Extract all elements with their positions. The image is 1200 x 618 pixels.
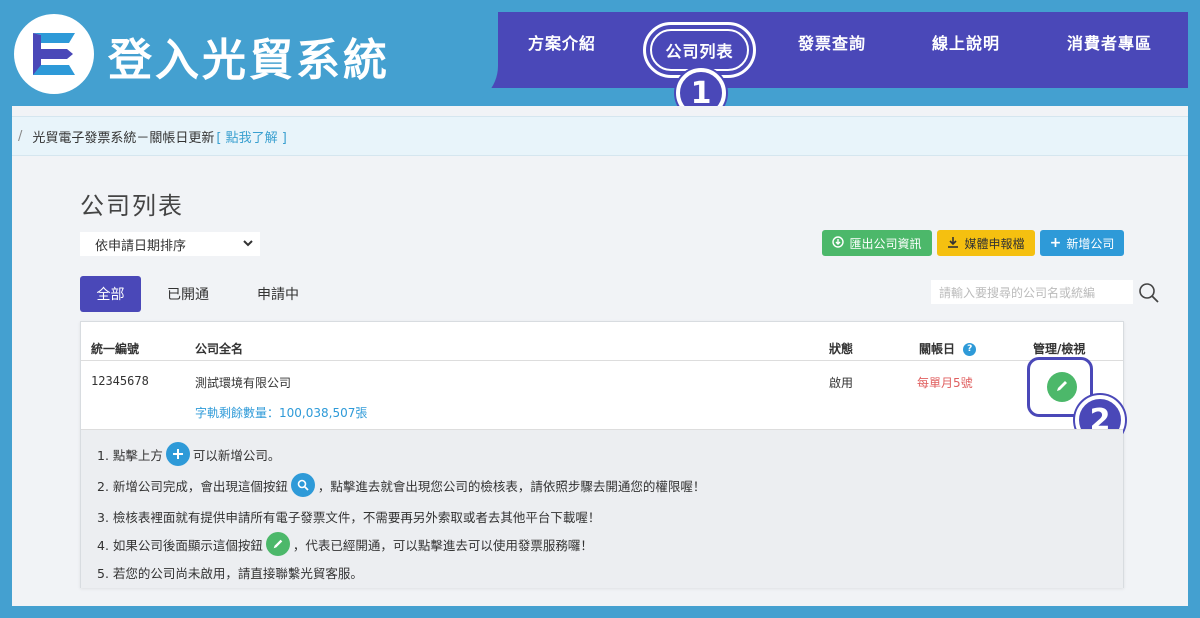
instruction-1-b: 可以新增公司。 bbox=[192, 447, 281, 463]
help-icon[interactable]: ? bbox=[963, 343, 977, 356]
sort-select-value: 依申請日期排序 bbox=[95, 238, 187, 254]
instruction-4: 4. 如果公司後面顯示這個按鈕 ，代表已經開通，可以點擊進去可以使用發票服務囉！ bbox=[97, 532, 593, 556]
main-page: / 光貿電子發票系統－關帳日更新 [ 點我了解 ] 公司列表 依申請日期排序 匯… bbox=[12, 106, 1188, 606]
instructions-panel: 1. 點擊上方 可以新增公司。 2. 新增公司完成，會出現這個按鈕 ，點擊進去就… bbox=[81, 430, 1123, 588]
edit-company-button[interactable] bbox=[1047, 372, 1077, 402]
notice-text: 光貿電子發票系統－關帳日更新 bbox=[32, 130, 215, 146]
plus-icon bbox=[165, 442, 190, 466]
chevron-down-icon bbox=[243, 237, 253, 251]
search-icon bbox=[290, 473, 315, 497]
add-company-button[interactable]: + 新增公司 bbox=[1040, 230, 1124, 256]
notice-bar: / 光貿電子發票系統－關帳日更新 [ 點我了解 ] bbox=[12, 116, 1188, 156]
search-input[interactable]: 請輸入要搜尋的公司名或統編 bbox=[931, 280, 1133, 304]
header-divider bbox=[81, 360, 1123, 361]
export-company-label: 匯出公司資訊 bbox=[849, 236, 922, 251]
instruction-4-a: 4. 如果公司後面顯示這個按鈕 bbox=[97, 537, 263, 553]
row-company-name: 測試環境有限公司 bbox=[195, 376, 292, 390]
tab-all[interactable]: 全部 bbox=[80, 276, 141, 312]
nav-item-company-list-label: 公司列表 bbox=[650, 29, 749, 71]
plus-icon: + bbox=[1049, 235, 1062, 251]
instruction-1: 1. 點擊上方 可以新增公司。 bbox=[97, 442, 280, 466]
brand-title: 登入光貿系統 bbox=[108, 35, 390, 86]
logo-banner: 登入光貿系統 bbox=[0, 0, 498, 106]
sort-select[interactable]: 依申請日期排序 bbox=[80, 232, 260, 256]
media-report-label: 媒體申報檔 bbox=[964, 236, 1025, 251]
nav-item-consumer-zone[interactable]: 消費者專區 bbox=[1067, 30, 1152, 54]
notice-slash: / bbox=[18, 128, 23, 144]
add-company-label: 新增公司 bbox=[1066, 236, 1115, 251]
row-status: 啟用 bbox=[829, 376, 854, 390]
col-header-manage: 管理/檢視 bbox=[1033, 342, 1086, 356]
col-header-close-day: 關帳日 ? bbox=[919, 340, 977, 357]
instruction-3: 3. 檢核表裡面就有提供申請所有電子發票文件，不需要再另外索取或者去其他平台下載… bbox=[97, 509, 601, 525]
instruction-2: 2. 新增公司完成，會出現這個按鈕 ，點擊進去就會出現您公司的檢核表，請依照步驟… bbox=[97, 473, 705, 497]
col-header-status: 狀態 bbox=[829, 342, 854, 356]
pencil-icon bbox=[1055, 378, 1069, 397]
export-company-button[interactable]: 匯出公司資訊 bbox=[822, 230, 932, 256]
col-header-tax-id: 統一編號 bbox=[91, 342, 140, 356]
instruction-2-b: ，點擊進去就會出現您公司的檢核表，請依照步驟去開通您的權限喔！ bbox=[317, 478, 706, 494]
row-remaining-count: 字軌剩餘數量：100,038,507張 bbox=[195, 406, 368, 420]
tab-applying[interactable]: 申請中 bbox=[246, 276, 310, 312]
col-header-company-name: 公司全名 bbox=[195, 342, 244, 356]
nav-item-plans[interactable]: 方案介紹 bbox=[528, 30, 596, 54]
instruction-4-b: ，代表已經開通，可以點擊進去可以使用發票服務囉！ bbox=[292, 537, 593, 553]
instruction-5: 5. 若您的公司尚未啟用，請直接聯繫光貿客服。 bbox=[97, 565, 363, 581]
cloud-download-icon bbox=[832, 235, 845, 251]
search-icon[interactable] bbox=[1138, 282, 1160, 304]
e-logo-icon bbox=[14, 14, 94, 94]
page-title: 公司列表 bbox=[80, 192, 184, 220]
company-table: 統一編號 公司全名 狀態 關帳日 ? 管理/檢視 12345678 測試環境有限… bbox=[80, 321, 1125, 588]
tab-activated[interactable]: 已開通 bbox=[158, 276, 218, 312]
nav-item-online-help[interactable]: 線上說明 bbox=[932, 30, 1000, 54]
col-header-close-day-label: 關帳日 bbox=[919, 342, 956, 356]
pencil-icon bbox=[265, 532, 290, 556]
download-icon bbox=[947, 236, 959, 251]
row-tax-id: 12345678 bbox=[91, 374, 149, 388]
media-report-button[interactable]: 媒體申報檔 bbox=[937, 230, 1035, 256]
instruction-1-a: 1. 點擊上方 bbox=[97, 447, 163, 463]
notice-link[interactable]: [ 點我了解 ] bbox=[216, 127, 286, 146]
nav-item-invoice-query[interactable]: 發票查詢 bbox=[798, 30, 866, 54]
instruction-2-a: 2. 新增公司完成，會出現這個按鈕 bbox=[97, 478, 288, 494]
row-close-day: 每單月5號 bbox=[917, 376, 973, 390]
